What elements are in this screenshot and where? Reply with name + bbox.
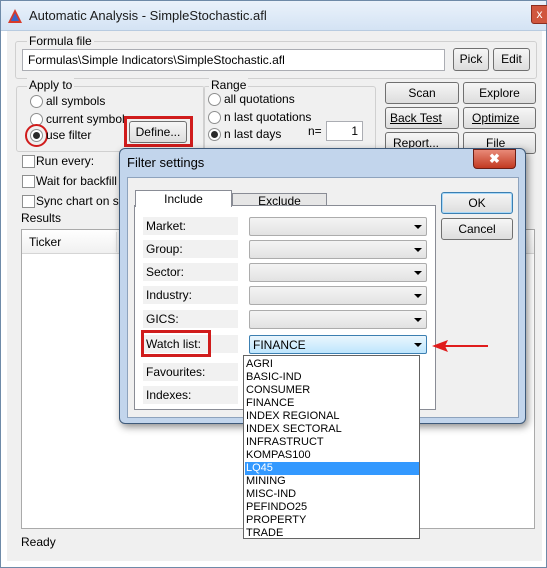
chevron-down-icon bbox=[414, 294, 422, 298]
dropdown-option[interactable]: BASIC-IND bbox=[245, 371, 419, 384]
n-equals-label: n= bbox=[308, 124, 322, 138]
group-label: Group: bbox=[143, 240, 238, 258]
chevron-down-icon bbox=[414, 318, 422, 322]
n-last-days-radio[interactable] bbox=[208, 128, 221, 141]
pick-button[interactable]: Pick bbox=[453, 48, 489, 71]
chevron-down-icon bbox=[414, 343, 422, 347]
edit-button[interactable]: Edit bbox=[493, 48, 530, 71]
use-filter-highlight-circle bbox=[25, 124, 48, 147]
dialog-title: Filter settings bbox=[127, 155, 205, 170]
chevron-down-icon bbox=[414, 225, 422, 229]
all-quotations-radio[interactable] bbox=[208, 93, 221, 106]
red-arrow-icon bbox=[432, 340, 488, 352]
dropdown-option[interactable]: AGRI bbox=[245, 358, 419, 371]
window-title: Automatic Analysis - SimpleStochastic.af… bbox=[29, 8, 267, 23]
watch-list-value: FINANCE bbox=[253, 338, 306, 352]
sector-label: Sector: bbox=[143, 263, 238, 281]
dropdown-option[interactable]: INDEX REGIONAL bbox=[245, 410, 419, 423]
dialog-close-button[interactable]: ✖ bbox=[473, 149, 516, 169]
current-symbol-label: current symbol bbox=[46, 112, 125, 126]
n-last-quotations-label: n last quotations bbox=[224, 110, 312, 124]
n-last-days-label: n last days bbox=[224, 127, 282, 141]
range-label: Range bbox=[209, 78, 249, 92]
column-divider bbox=[116, 232, 117, 252]
optimize-button[interactable]: Optimize bbox=[463, 107, 536, 129]
ticker-column-header[interactable]: Ticker bbox=[29, 235, 61, 249]
formula-path-field[interactable]: Formulas\Simple Indicators\SimpleStochas… bbox=[22, 49, 445, 71]
dropdown-option[interactable]: INFRASTRUCT bbox=[245, 436, 419, 449]
industry-combo[interactable] bbox=[249, 286, 427, 305]
results-label: Results bbox=[21, 211, 62, 225]
dropdown-option[interactable]: TRADE bbox=[245, 527, 419, 540]
explore-button[interactable]: Explore bbox=[463, 82, 536, 104]
run-every-label: Run every: bbox=[36, 154, 95, 168]
status-text: Ready bbox=[21, 535, 56, 549]
wait-backfill-checkbox[interactable] bbox=[22, 175, 35, 188]
dropdown-option[interactable]: MISC-IND bbox=[245, 488, 419, 501]
all-quotations-label: all quotations bbox=[224, 92, 295, 106]
define-highlight-box bbox=[124, 116, 193, 147]
all-symbols-radio[interactable] bbox=[30, 95, 43, 108]
market-label: Market: bbox=[143, 217, 238, 235]
dropdown-option[interactable]: INDEX SECTORAL bbox=[245, 423, 419, 436]
watch-list-dropdown[interactable]: AGRI BASIC-IND CONSUMER FINANCE INDEX REGION… bbox=[243, 355, 420, 539]
apply-to-label: Apply to bbox=[27, 78, 75, 92]
n-value-field[interactable]: 1 bbox=[326, 121, 363, 141]
n-last-quotations-radio[interactable] bbox=[208, 111, 221, 124]
formula-group-label: Formula file bbox=[27, 34, 94, 48]
chevron-down-icon bbox=[414, 248, 422, 252]
scan-button[interactable]: Scan bbox=[385, 82, 459, 104]
window-close-button[interactable]: x bbox=[531, 5, 547, 24]
back-test-button[interactable]: Back Test bbox=[385, 107, 459, 129]
title-bar: Automatic Analysis - SimpleStochastic.af… bbox=[1, 1, 546, 31]
sync-chart-checkbox[interactable] bbox=[22, 195, 35, 208]
dropdown-option[interactable]: PROPERTY bbox=[245, 514, 419, 527]
favourites-label: Favourites: bbox=[143, 363, 238, 381]
dropdown-option[interactable]: MINING bbox=[245, 475, 419, 488]
market-combo[interactable] bbox=[249, 217, 427, 236]
use-filter-label: use filter bbox=[46, 128, 92, 142]
industry-label: Industry: bbox=[143, 286, 238, 304]
watch-list-highlight-box bbox=[141, 330, 211, 357]
group-combo[interactable] bbox=[249, 240, 427, 259]
chevron-down-icon bbox=[414, 271, 422, 275]
all-symbols-label: all symbols bbox=[46, 94, 106, 108]
sector-combo[interactable] bbox=[249, 263, 427, 282]
watch-list-combo[interactable]: FINANCE bbox=[249, 335, 427, 354]
gics-label: GICS: bbox=[143, 310, 238, 328]
ok-button[interactable]: OK bbox=[441, 192, 513, 214]
cancel-button[interactable]: Cancel bbox=[441, 218, 513, 240]
dropdown-option[interactable]: LQ45 bbox=[245, 462, 419, 475]
dropdown-option[interactable]: KOMPAS100 bbox=[245, 449, 419, 462]
dropdown-option[interactable]: PEFINDO25 bbox=[245, 501, 419, 514]
indexes-label: Indexes: bbox=[143, 386, 238, 404]
gics-combo[interactable] bbox=[249, 310, 427, 329]
app-icon bbox=[8, 9, 22, 23]
run-every-checkbox[interactable] bbox=[22, 155, 35, 168]
tab-include[interactable]: Include bbox=[135, 190, 232, 207]
dropdown-option[interactable]: FINANCE bbox=[245, 397, 419, 410]
dropdown-option[interactable]: CONSUMER bbox=[245, 384, 419, 397]
